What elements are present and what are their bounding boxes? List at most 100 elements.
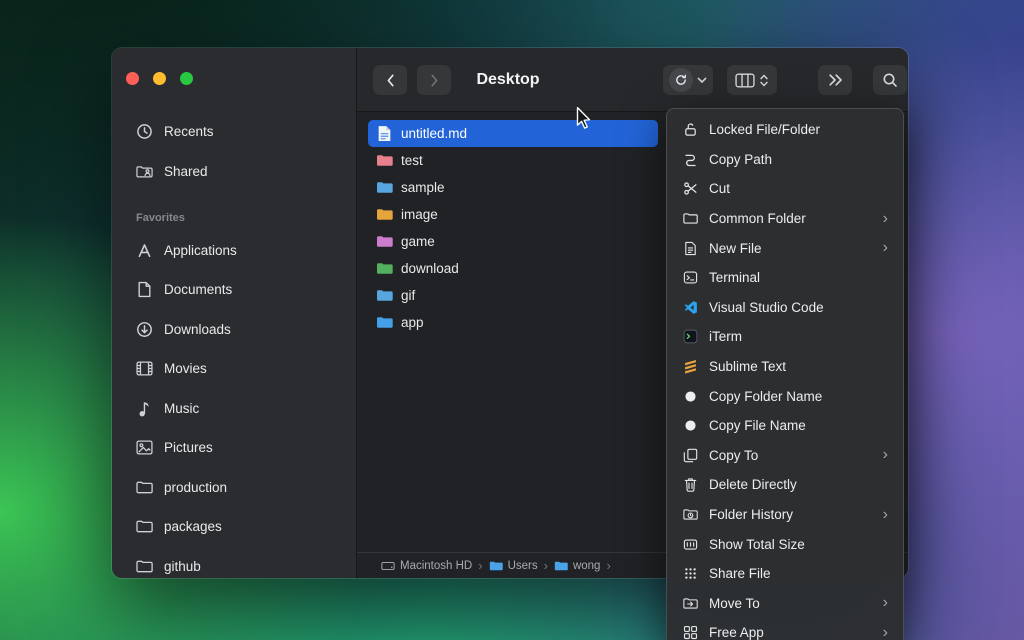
sidebar-item-music[interactable]: Music xyxy=(124,393,346,423)
menu-item-label: Copy Folder Name xyxy=(709,389,822,404)
file-name: test xyxy=(401,153,423,168)
submenu-chevron-icon: › xyxy=(883,240,888,256)
sidebar-item-documents[interactable]: Documents xyxy=(124,275,346,305)
more-toolbar-items-button[interactable] xyxy=(818,65,852,95)
menu-item-move-to[interactable]: Move To› xyxy=(672,589,898,619)
path-item-label: Macintosh HD xyxy=(400,560,472,572)
folder-icon xyxy=(375,314,393,331)
file-row-download[interactable]: download xyxy=(368,255,658,282)
menu-item-label: Show Total Size xyxy=(709,537,805,552)
menu-item-free-app[interactable]: Free App› xyxy=(672,618,898,640)
folder-small-icon xyxy=(554,560,568,572)
menu-item-copy-path[interactable]: Copy Path xyxy=(672,145,898,175)
folder-outline-icon xyxy=(135,518,153,535)
sidebar-top-list: Recents Shared xyxy=(124,116,346,196)
copy-path-icon xyxy=(682,152,699,167)
path-item-users[interactable]: Users xyxy=(489,560,538,572)
file-row-test[interactable]: test xyxy=(368,147,658,174)
file-row-gif[interactable]: gif xyxy=(368,282,658,309)
menu-item-label: Copy Path xyxy=(709,152,772,167)
minimize-button[interactable] xyxy=(153,72,166,85)
file-row-untitled-md[interactable]: untitled.md xyxy=(368,120,658,147)
sublime-icon xyxy=(682,359,699,374)
menu-item-label: New File xyxy=(709,241,762,256)
path-separator-icon: › xyxy=(604,558,612,573)
folder-icon xyxy=(375,233,393,250)
sidebar-section-label: Favorites xyxy=(136,212,185,224)
close-button[interactable] xyxy=(126,72,139,85)
sidebar-item-recents[interactable]: Recents xyxy=(124,116,346,146)
music-icon xyxy=(135,400,153,417)
menu-item-share-file[interactable]: Share File xyxy=(672,559,898,589)
submenu-chevron-icon: › xyxy=(883,447,888,463)
menu-item-label: Locked File/Folder xyxy=(709,122,820,137)
new-file-icon xyxy=(682,241,699,256)
path-separator-icon: › xyxy=(476,558,484,573)
folder-outline-icon xyxy=(135,479,153,496)
path-separator-icon: › xyxy=(542,558,550,573)
sidebar-item-packages[interactable]: packages xyxy=(124,512,346,542)
menu-item-label: Terminal xyxy=(709,270,760,285)
file-row-image[interactable]: image xyxy=(368,201,658,228)
actions-menu-button[interactable] xyxy=(663,65,713,95)
file-name: app xyxy=(401,315,424,330)
menu-item-visual-studio-code[interactable]: Visual Studio Code xyxy=(672,293,898,323)
folder-icon xyxy=(375,260,393,277)
menu-item-locked-file-folder[interactable]: Locked File/Folder xyxy=(672,115,898,145)
markdown-file-icon xyxy=(375,125,393,142)
sidebar-item-movies[interactable]: Movies xyxy=(124,354,346,384)
menu-item-copy-folder-name[interactable]: Copy Folder Name xyxy=(672,381,898,411)
file-name: image xyxy=(401,207,438,222)
menu-item-iterm[interactable]: iTerm xyxy=(672,322,898,352)
file-row-sample[interactable]: sample xyxy=(368,174,658,201)
menu-item-cut[interactable]: Cut xyxy=(672,174,898,204)
sidebar-item-label: Pictures xyxy=(164,440,213,455)
lock-icon xyxy=(682,122,699,137)
menu-item-copy-file-name[interactable]: Copy File Name xyxy=(672,411,898,441)
sidebar-item-pictures[interactable]: Pictures xyxy=(124,433,346,463)
menu-item-copy-to[interactable]: Copy To› xyxy=(672,441,898,471)
share-grid-icon xyxy=(682,566,699,581)
vscode-icon xyxy=(682,300,699,315)
total-size-icon xyxy=(682,537,699,552)
columns-view-icon xyxy=(735,73,755,88)
menu-item-show-total-size[interactable]: Show Total Size xyxy=(672,529,898,559)
sidebar-item-github[interactable]: github xyxy=(124,551,346,578)
sidebar-item-shared[interactable]: Shared xyxy=(124,156,346,186)
back-button[interactable] xyxy=(373,65,407,95)
copy-pages-icon xyxy=(682,448,699,463)
menu-item-label: Share File xyxy=(709,566,771,581)
folder-outline-icon xyxy=(682,211,699,226)
submenu-chevron-icon: › xyxy=(883,625,888,640)
menu-item-delete-directly[interactable]: Delete Directly xyxy=(672,470,898,500)
menu-item-new-file[interactable]: New File › xyxy=(672,233,898,263)
submenu-chevron-icon: › xyxy=(883,211,888,227)
zoom-button[interactable] xyxy=(180,72,193,85)
sidebar-favorites-list: Applications Documents Downloads Movies Musi… xyxy=(124,235,346,578)
file-row-game[interactable]: game xyxy=(368,228,658,255)
sidebar-item-label: Applications xyxy=(164,243,237,258)
chevron-left-icon xyxy=(386,73,395,88)
sidebar-item-downloads[interactable]: Downloads xyxy=(124,314,346,344)
context-menu: Locked File/Folder Copy Path CutCommon Fol… xyxy=(666,108,904,640)
view-options-button[interactable] xyxy=(727,65,777,95)
menu-item-label: iTerm xyxy=(709,329,742,344)
sidebar-item-applications[interactable]: Applications xyxy=(124,235,346,265)
menu-item-terminal[interactable]: Terminal xyxy=(672,263,898,293)
path-item-wong[interactable]: wong xyxy=(554,560,601,572)
clock-icon xyxy=(135,123,153,140)
sidebar-item-production[interactable]: production xyxy=(124,472,346,502)
sidebar-item-label: Music xyxy=(164,401,199,416)
folder-icon xyxy=(375,206,393,223)
path-item-macintosh-hd[interactable]: Macintosh HD xyxy=(381,560,472,572)
trash-icon xyxy=(682,477,699,492)
menu-item-sublime-text[interactable]: Sublime Text xyxy=(672,352,898,382)
menu-item-common-folder[interactable]: Common Folder› xyxy=(672,204,898,234)
white-circle-icon xyxy=(682,418,699,433)
menu-item-label: Delete Directly xyxy=(709,477,797,492)
shared-folder-icon xyxy=(135,163,153,180)
menu-item-folder-history[interactable]: Folder History› xyxy=(672,500,898,530)
file-row-app[interactable]: app xyxy=(368,309,658,336)
menu-item-label: Sublime Text xyxy=(709,359,786,374)
search-button[interactable] xyxy=(873,65,907,95)
